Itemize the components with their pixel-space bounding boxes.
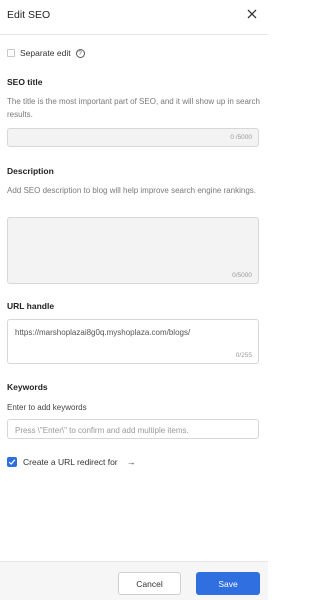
cancel-button[interactable]: Cancel — [118, 572, 181, 595]
redirect-row: Create a URL redirect for → — [7, 457, 136, 467]
check-icon — [8, 459, 16, 465]
panel-header: Edit SEO — [0, 0, 268, 35]
seo-title-description: The title is the most important part of … — [7, 97, 260, 119]
save-button[interactable]: Save — [196, 572, 260, 595]
seo-title-input[interactable]: 0 /5000 — [7, 128, 259, 147]
seo-title-counter: 0 /5000 — [230, 134, 252, 141]
url-handle-value: https://marshoplazai8g0q.myshoplaza.com/… — [15, 328, 191, 337]
edit-seo-panel: Edit SEO Separate edit ? SEO title The t… — [0, 0, 268, 600]
redirect-label: Create a URL redirect for — [23, 457, 118, 467]
description-help: Add SEO description to blog will help im… — [7, 186, 257, 195]
url-handle-field[interactable]: https://marshoplazai8g0q.myshoplaza.com/… — [7, 319, 259, 364]
seo-title-label: SEO title — [7, 77, 43, 87]
panel-footer: Cancel Save — [0, 561, 268, 600]
close-icon[interactable] — [245, 7, 259, 21]
separate-edit-label: Separate edit — [20, 48, 71, 58]
separate-edit-row: Separate edit ? — [7, 48, 85, 58]
description-label: Description — [7, 166, 54, 176]
arrow-right-icon: → — [126, 457, 136, 467]
panel-title: Edit SEO — [7, 9, 51, 21]
url-handle-counter: 0/255 — [235, 352, 252, 359]
url-handle-label: URL handle — [7, 301, 55, 311]
keywords-help: Enter to add keywords — [7, 403, 87, 412]
description-textarea[interactable]: 0/5000 — [7, 217, 259, 284]
help-icon[interactable]: ? — [75, 48, 85, 58]
keywords-input[interactable]: Press \"Enter\" to confirm and add multi… — [7, 419, 259, 439]
description-counter: 0/5000 — [232, 272, 252, 279]
separate-edit-checkbox[interactable] — [7, 49, 15, 57]
keywords-placeholder: Press \"Enter\" to confirm and add multi… — [15, 426, 189, 435]
keywords-label: Keywords — [7, 382, 48, 392]
redirect-checkbox[interactable] — [7, 457, 17, 467]
